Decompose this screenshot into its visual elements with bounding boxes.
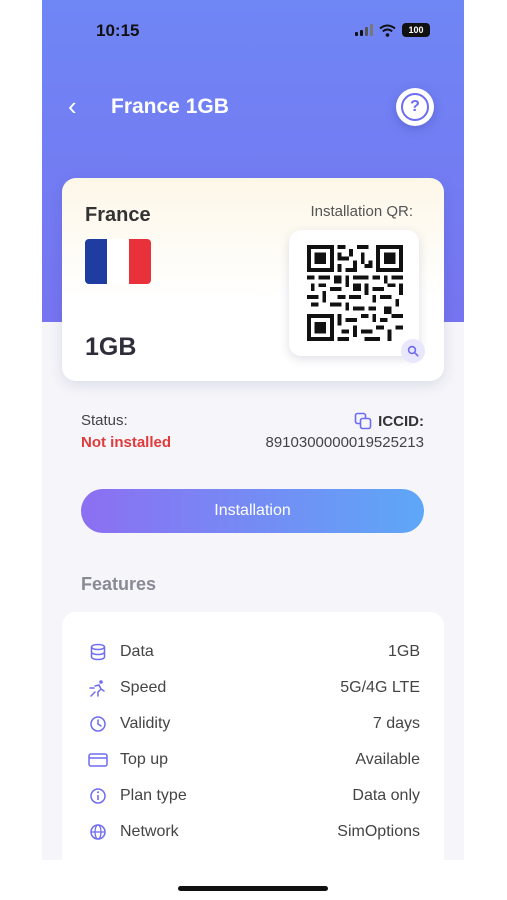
feature-label: Network — [120, 823, 179, 840]
flag-stripe-white — [107, 239, 129, 284]
feature-label: Speed — [120, 679, 167, 696]
feature-value: 5G/4G LTE — [340, 679, 420, 696]
phone-screen: 10:15 100 ‹ France 1GB ? France 1GB Inst… — [42, 0, 464, 900]
signal-icon — [355, 24, 373, 36]
france-flag-icon — [85, 239, 151, 284]
data-amount: 1GB — [85, 333, 137, 361]
qr-code — [307, 245, 403, 341]
copy-icon — [354, 412, 372, 430]
status-value: Not installed — [81, 434, 172, 451]
status-label: Status: — [81, 412, 128, 429]
feature-row-network: Network SimOptions — [62, 814, 444, 850]
status-icons: 100 — [355, 23, 430, 37]
feature-value: Available — [355, 751, 420, 768]
speed-icon — [88, 678, 108, 698]
globe-icon — [88, 822, 108, 842]
iccid-label: ICCID: — [378, 412, 424, 430]
zoom-qr-button[interactable] — [401, 339, 425, 363]
qr-label: Installation QR: — [310, 203, 413, 220]
feature-row-plan-type: Plan type Data only — [62, 778, 444, 814]
feature-label: Top up — [120, 751, 169, 768]
info-icon — [88, 786, 108, 806]
feature-row-data: Data 1GB — [62, 634, 444, 670]
qr-code-card[interactable] — [289, 230, 419, 356]
feature-row-speed: Speed 5G/4G LTE — [62, 670, 444, 706]
home-indicator[interactable] — [178, 886, 328, 891]
question-icon: ? — [401, 93, 429, 121]
feature-row-top-up: Top up Available — [62, 742, 444, 778]
back-button[interactable]: ‹ — [68, 92, 77, 120]
home-indicator-area — [42, 860, 464, 900]
iccid-value: 8910300000019525213 — [265, 434, 424, 451]
battery-icon: 100 — [402, 23, 430, 37]
status-time: 10:15 — [96, 21, 140, 40]
page-title: France 1GB — [111, 95, 229, 118]
card-icon — [88, 750, 108, 770]
country-name: France — [85, 204, 151, 226]
magnifier-icon — [407, 345, 419, 357]
help-button[interactable]: ? — [396, 88, 434, 126]
clock-icon — [88, 714, 108, 734]
feature-value: 7 days — [372, 715, 420, 732]
nav-bar: ‹ France 1GB ? — [42, 82, 464, 134]
feature-label: Plan type — [120, 787, 187, 804]
wifi-icon — [379, 24, 396, 37]
flag-stripe-blue — [85, 239, 107, 284]
database-icon — [88, 642, 108, 662]
feature-label: Validity — [120, 715, 171, 732]
feature-value: SimOptions — [337, 823, 420, 840]
iccid-copy[interactable]: ICCID: — [354, 412, 424, 430]
feature-value: Data only — [352, 787, 420, 804]
installation-button[interactable]: Installation — [81, 489, 424, 533]
feature-label: Data — [120, 643, 154, 660]
feature-value: 1GB — [387, 643, 420, 660]
features-card: Data 1GB Speed 5G/4G LTE Validity 7 days… — [62, 612, 444, 872]
flag-stripe-red — [129, 239, 151, 284]
features-title: Features — [81, 574, 157, 594]
feature-row-validity: Validity 7 days — [62, 706, 444, 742]
status-bar: 10:15 100 — [42, 0, 464, 60]
plan-card: France 1GB Installation QR: — [62, 178, 444, 381]
